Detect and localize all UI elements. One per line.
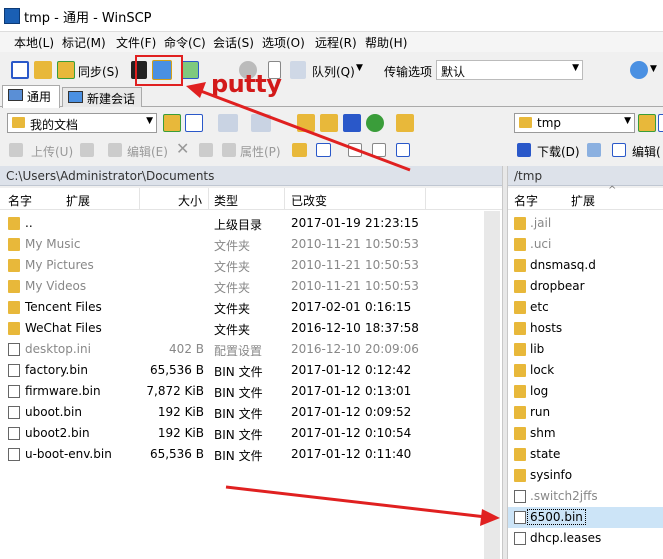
annotation-arrowhead-icon bbox=[480, 509, 500, 526]
annotation-arrows bbox=[186, 82, 500, 526]
annotation-arrowhead-icon bbox=[186, 82, 206, 98]
annotation-arrow-to-putty bbox=[197, 88, 411, 172]
annotation-arrow-to-file bbox=[225, 485, 487, 519]
